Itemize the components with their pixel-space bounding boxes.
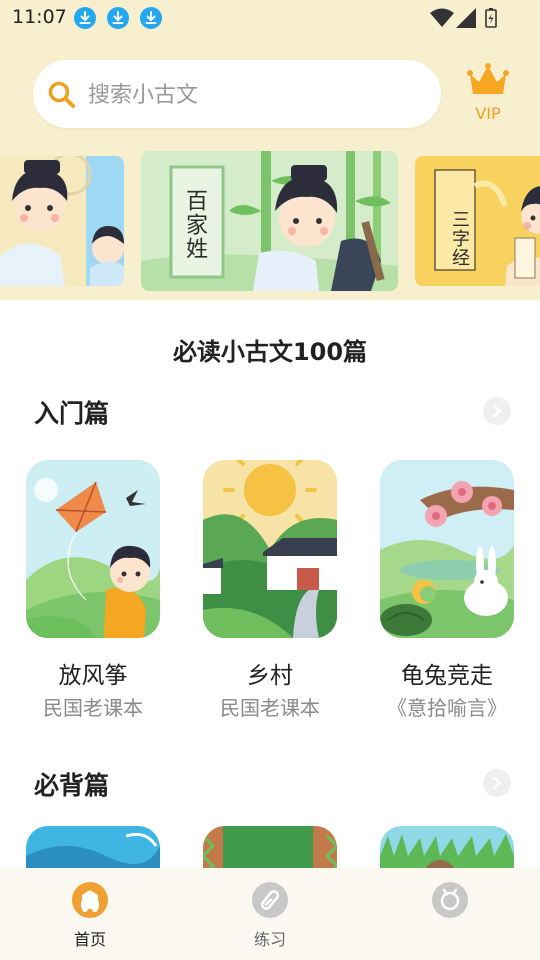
kite-illustration <box>26 460 160 638</box>
download-icon <box>107 7 129 29</box>
status-time: 11:07 <box>12 6 67 28</box>
wifi-icon <box>430 8 454 27</box>
lesson-source: 《意拾喻言》 <box>387 696 507 720</box>
banner-illustration <box>415 156 540 286</box>
download-icon <box>74 7 96 29</box>
lesson-title: 乡村 <box>247 663 293 689</box>
banner-slide-prev[interactable] <box>0 156 124 286</box>
lesson-card[interactable]: 放风筝 民国老课本 <box>26 460 160 720</box>
nav-home[interactable]: 首页 <box>30 868 150 960</box>
nav-label: 练习 <box>253 930 286 949</box>
lesson-thumbnail <box>203 460 337 638</box>
lesson-title: 放风筝 <box>58 663 128 689</box>
vip-button[interactable]: VIP <box>466 62 510 128</box>
nav-profile[interactable] <box>390 868 510 960</box>
more-button[interactable] <box>483 769 511 797</box>
bottom-nav: 首页 练习 <box>0 868 540 960</box>
village-illustration <box>203 460 337 638</box>
banner-title: 三字经 <box>449 210 470 267</box>
vip-label: VIP <box>475 104 501 123</box>
lesson-source: 民国老课本 <box>43 696 143 720</box>
battery-icon <box>485 8 497 28</box>
nav-label: 首页 <box>73 930 106 949</box>
status-bar: 11:07 <box>0 0 540 38</box>
search-input[interactable] <box>86 78 420 112</box>
section-title: 必读小古文100篇 <box>172 338 368 366</box>
category-title: 必背篇 <box>34 771 110 800</box>
chevron-right-icon <box>492 404 502 418</box>
banner-slide-sanzijing[interactable]: 三字经 <box>415 156 540 286</box>
home-icon <box>72 882 108 918</box>
signal-icon <box>456 8 476 28</box>
profile-icon <box>432 882 468 918</box>
banner-illustration <box>0 156 124 286</box>
nav-practice[interactable]: 练习 <box>210 868 330 960</box>
banner-title: 百家姓 <box>182 189 207 261</box>
category-title: 入门篇 <box>34 399 110 428</box>
tortoise-hare-illustration <box>380 460 514 638</box>
download-icon <box>140 7 162 29</box>
lesson-card[interactable]: 龟兔竞走 《意拾喻言》 <box>380 460 514 720</box>
lesson-card[interactable]: 乡村 民国老课本 <box>203 460 337 720</box>
search-icon <box>48 81 75 108</box>
lesson-title: 龟兔竞走 <box>401 663 493 689</box>
lesson-thumbnail <box>26 460 160 638</box>
crown-icon <box>467 63 509 94</box>
chevron-right-icon <box>492 776 502 790</box>
lesson-thumbnail <box>380 460 514 638</box>
search-bar[interactable] <box>33 60 441 128</box>
banner-slide-baijiaxing[interactable]: 百家姓 <box>141 151 398 291</box>
pencil-icon <box>252 882 288 918</box>
more-button[interactable] <box>483 397 511 425</box>
lesson-source: 民国老课本 <box>220 696 320 720</box>
